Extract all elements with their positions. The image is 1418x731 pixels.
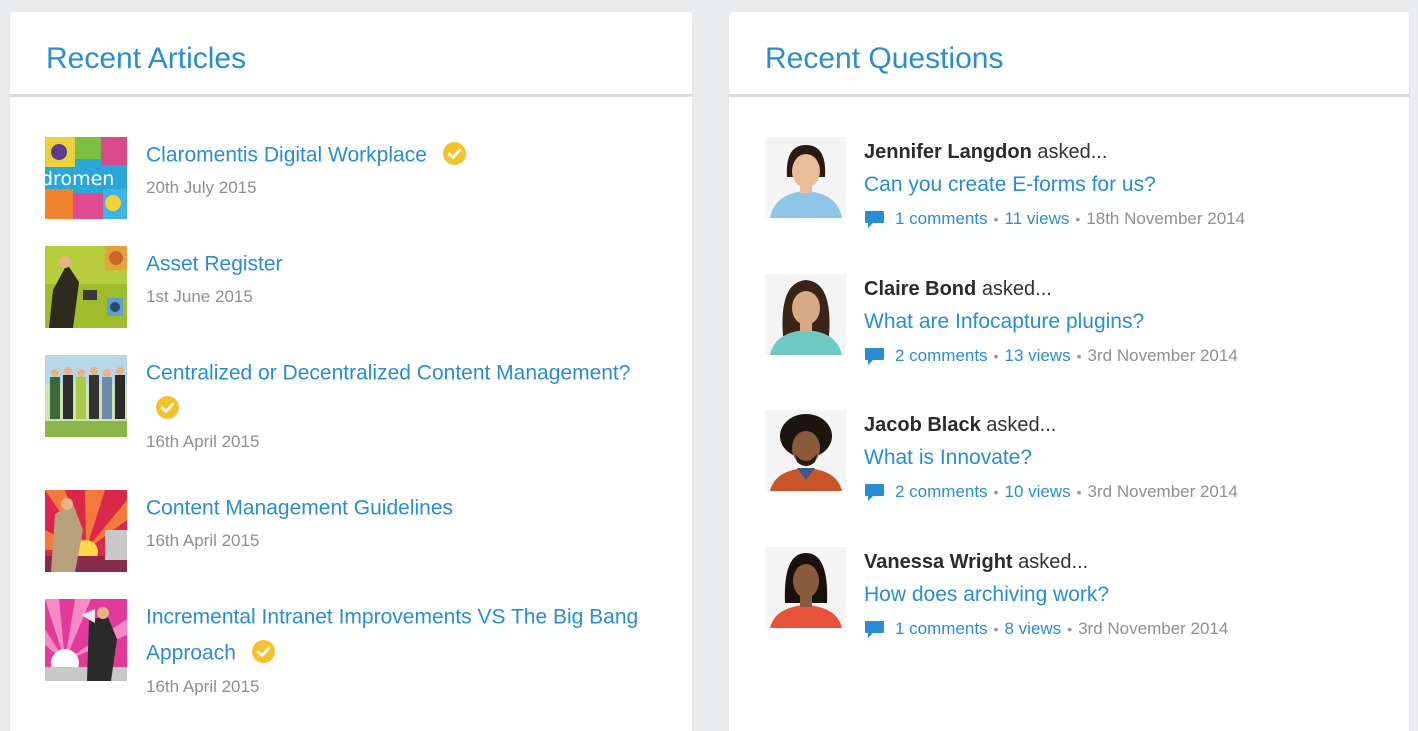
question-meta: 2 comments • 13 views • 3rd November 201… — [864, 342, 1384, 370]
separator: • — [1076, 348, 1082, 364]
article-title-link[interactable]: Asset Register — [146, 246, 646, 282]
article-text: Claromentis Digital Workplace 20th July … — [146, 137, 646, 201]
panel-header: Recent Articles — [10, 12, 692, 97]
article-title[interactable]: Content Management Guidelines — [146, 496, 453, 519]
recent-articles-panel: Recent Articles dromen Claromentis Digit… — [10, 12, 692, 731]
question-meta: 1 comments • 8 views • 3rd November 2014 — [864, 615, 1384, 643]
comments-count-link[interactable]: 1 comments — [895, 615, 988, 643]
asker-name[interactable]: Vanessa Wright — [864, 551, 1013, 573]
question-asker: Vanessa Wright asked... — [864, 547, 1384, 577]
article-title-link[interactable]: Content Management Guidelines — [146, 490, 646, 526]
question-text: Jacob Black asked... What is Innovate? 2… — [864, 410, 1384, 506]
article-text: Asset Register 1st June 2015 — [146, 246, 646, 310]
comments-count-link[interactable]: 2 comments — [895, 478, 988, 506]
article-text: Incremental Intranet Improvements VS The… — [146, 599, 646, 700]
article-title[interactable]: Claromentis Digital Workplace — [146, 143, 427, 166]
question-meta: 1 comments • 11 views • 18th November 20… — [864, 205, 1384, 233]
avatar[interactable] — [765, 410, 846, 491]
question-title-link[interactable]: What are Infocapture plugins? — [864, 304, 1144, 340]
article-thumbnail[interactable] — [45, 246, 127, 328]
separator: • — [993, 211, 999, 227]
question-date: 3rd November 2014 — [1087, 346, 1238, 365]
asked-label: asked... — [1018, 551, 1089, 573]
asked-label: asked... — [1037, 141, 1108, 163]
article-title-link[interactable]: Centralized or Decentralized Content Man… — [146, 355, 646, 427]
article-title[interactable]: Incremental Intranet Improvements VS The… — [146, 605, 638, 664]
asker-name[interactable]: Jennifer Langdon — [864, 141, 1032, 163]
comment-bubble-icon — [865, 211, 884, 228]
article-thumbnail[interactable]: dromen — [45, 137, 127, 219]
page: Recent Articles dromen Claromentis Digit… — [0, 0, 1418, 731]
separator: • — [1067, 621, 1073, 637]
avatar[interactable] — [765, 137, 846, 218]
article-date: 16th April 2015 — [146, 432, 260, 452]
article-date: 1st June 2015 — [146, 287, 253, 307]
comments-count-link[interactable]: 2 comments — [895, 342, 988, 370]
avatar[interactable] — [765, 274, 846, 355]
question-date: 3rd November 2014 — [1078, 619, 1229, 638]
verified-check-icon — [442, 141, 466, 165]
question-date: 3rd November 2014 — [1087, 482, 1238, 501]
article-title[interactable]: Asset Register — [146, 252, 283, 275]
question-text: Jennifer Langdon asked... Can you create… — [864, 137, 1384, 233]
panel-header: Recent Questions — [729, 12, 1409, 97]
comments-count-link[interactable]: 1 comments — [895, 205, 988, 233]
question-title-link[interactable]: What is Innovate? — [864, 440, 1032, 476]
separator: • — [993, 621, 999, 637]
asked-label: asked... — [986, 414, 1057, 436]
article-date: 20th July 2015 — [146, 178, 257, 198]
thumbnail-text: dromen — [45, 168, 114, 190]
verified-check-icon — [156, 396, 179, 420]
comment-bubble-icon — [865, 621, 884, 638]
article-title[interactable]: Centralized or Decentralized Content Man… — [146, 361, 630, 384]
question-meta: 2 comments • 10 views • 3rd November 201… — [864, 478, 1384, 506]
question-asker: Jennifer Langdon asked... — [864, 137, 1384, 167]
article-title-link[interactable]: Incremental Intranet Improvements VS The… — [146, 599, 646, 672]
article-thumbnail[interactable] — [45, 599, 127, 681]
views-count-link[interactable]: 13 views — [1005, 342, 1071, 370]
separator: • — [1075, 211, 1081, 227]
comment-bubble-icon — [865, 484, 884, 501]
comment-bubble-icon — [865, 348, 884, 365]
views-count-link[interactable]: 11 views — [1005, 205, 1070, 233]
article-title-link[interactable]: Claromentis Digital Workplace — [146, 137, 646, 173]
asker-name[interactable]: Claire Bond — [864, 278, 976, 300]
asked-label: asked... — [981, 278, 1052, 300]
avatar[interactable] — [765, 547, 846, 628]
question-asker: Claire Bond asked... — [864, 274, 1384, 304]
question-title-link[interactable]: How does archiving work? — [864, 577, 1109, 613]
separator: • — [993, 484, 999, 500]
asker-name[interactable]: Jacob Black — [864, 414, 981, 436]
question-asker: Jacob Black asked... — [864, 410, 1384, 440]
views-count-link[interactable]: 10 views — [1005, 478, 1071, 506]
separator: • — [993, 348, 999, 364]
question-date: 18th November 2014 — [1086, 209, 1246, 228]
views-count-link[interactable]: 8 views — [1005, 615, 1062, 643]
recent-questions-panel: Recent Questions Jennifer Langdon asked.… — [729, 12, 1409, 731]
article-text: Content Management Guidelines 16th April… — [146, 490, 646, 554]
article-text: Centralized or Decentralized Content Man… — [146, 355, 646, 455]
panel-title: Recent Questions — [765, 42, 1004, 75]
article-date: 16th April 2015 — [146, 676, 260, 696]
question-title-link[interactable]: Can you create E-forms for us? — [864, 167, 1156, 203]
verified-check-icon — [251, 640, 275, 664]
article-date: 16th April 2015 — [146, 531, 260, 551]
article-thumbnail[interactable] — [45, 355, 127, 437]
question-text: Claire Bond asked... What are Infocaptur… — [864, 274, 1384, 370]
panel-title: Recent Articles — [46, 42, 247, 75]
question-text: Vanessa Wright asked... How does archivi… — [864, 547, 1384, 643]
article-thumbnail[interactable] — [45, 490, 127, 572]
separator: • — [1076, 484, 1082, 500]
